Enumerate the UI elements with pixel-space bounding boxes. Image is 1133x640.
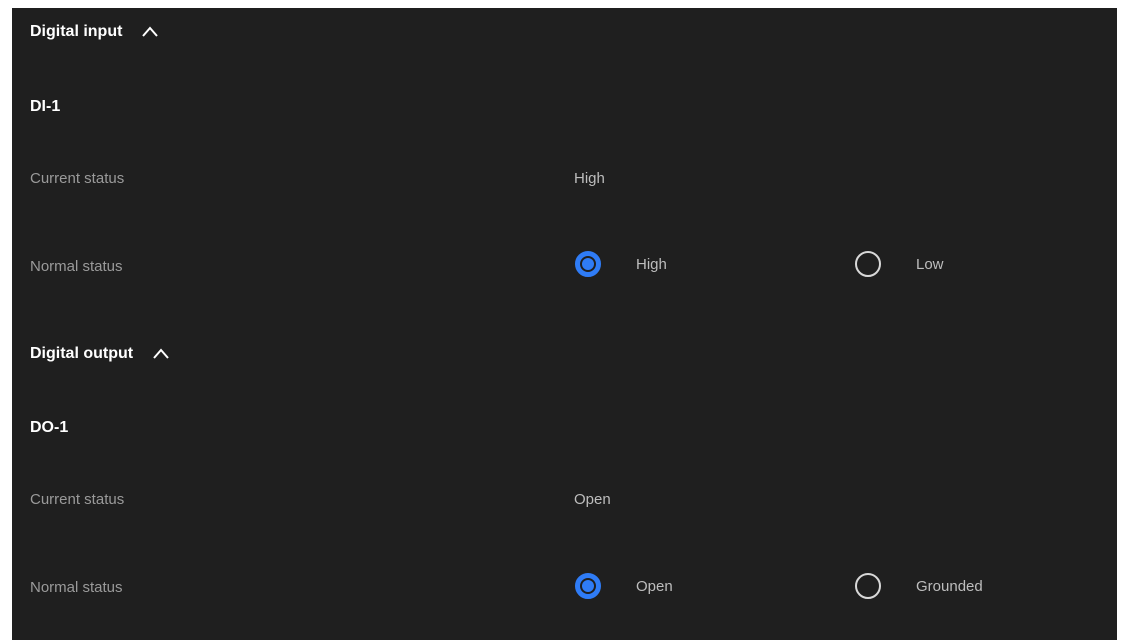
radio-unchecked-icon[interactable] xyxy=(855,251,881,277)
channel-do-1: DO-1 xyxy=(30,419,69,436)
digital-input-header[interactable]: Digital input xyxy=(30,22,160,42)
channel-di-1: DI-1 xyxy=(30,98,61,115)
do-normal-status-label: Normal status xyxy=(30,579,123,596)
radio-label: Open xyxy=(636,577,673,595)
chevron-up-icon[interactable] xyxy=(151,344,171,364)
radio-label: Grounded xyxy=(916,577,983,595)
digital-output-title: Digital output xyxy=(30,345,134,362)
radio-checked-icon[interactable] xyxy=(575,573,601,599)
do-current-status-value: Open xyxy=(574,491,611,508)
chevron-up-icon[interactable] xyxy=(140,22,160,42)
radio-label: High xyxy=(636,255,667,273)
di-current-status-value: High xyxy=(574,170,605,187)
do-current-status-label: Current status xyxy=(30,491,125,508)
di-normal-status-label: Normal status xyxy=(30,258,123,275)
di-normal-status-option-low[interactable]: Low xyxy=(855,251,944,277)
digital-input-title: Digital input xyxy=(30,23,123,40)
radio-label: Low xyxy=(916,255,944,273)
io-settings-panel: Digital input DI-1 Current status High N… xyxy=(12,8,1117,640)
di-current-status-label: Current status xyxy=(30,170,125,187)
digital-output-header[interactable]: Digital output xyxy=(30,344,171,364)
radio-unchecked-icon[interactable] xyxy=(855,573,881,599)
do-normal-status-option-grounded[interactable]: Grounded xyxy=(855,573,983,599)
radio-checked-icon[interactable] xyxy=(575,251,601,277)
di-normal-status-option-high[interactable]: High xyxy=(575,251,667,277)
do-normal-status-option-open[interactable]: Open xyxy=(575,573,673,599)
